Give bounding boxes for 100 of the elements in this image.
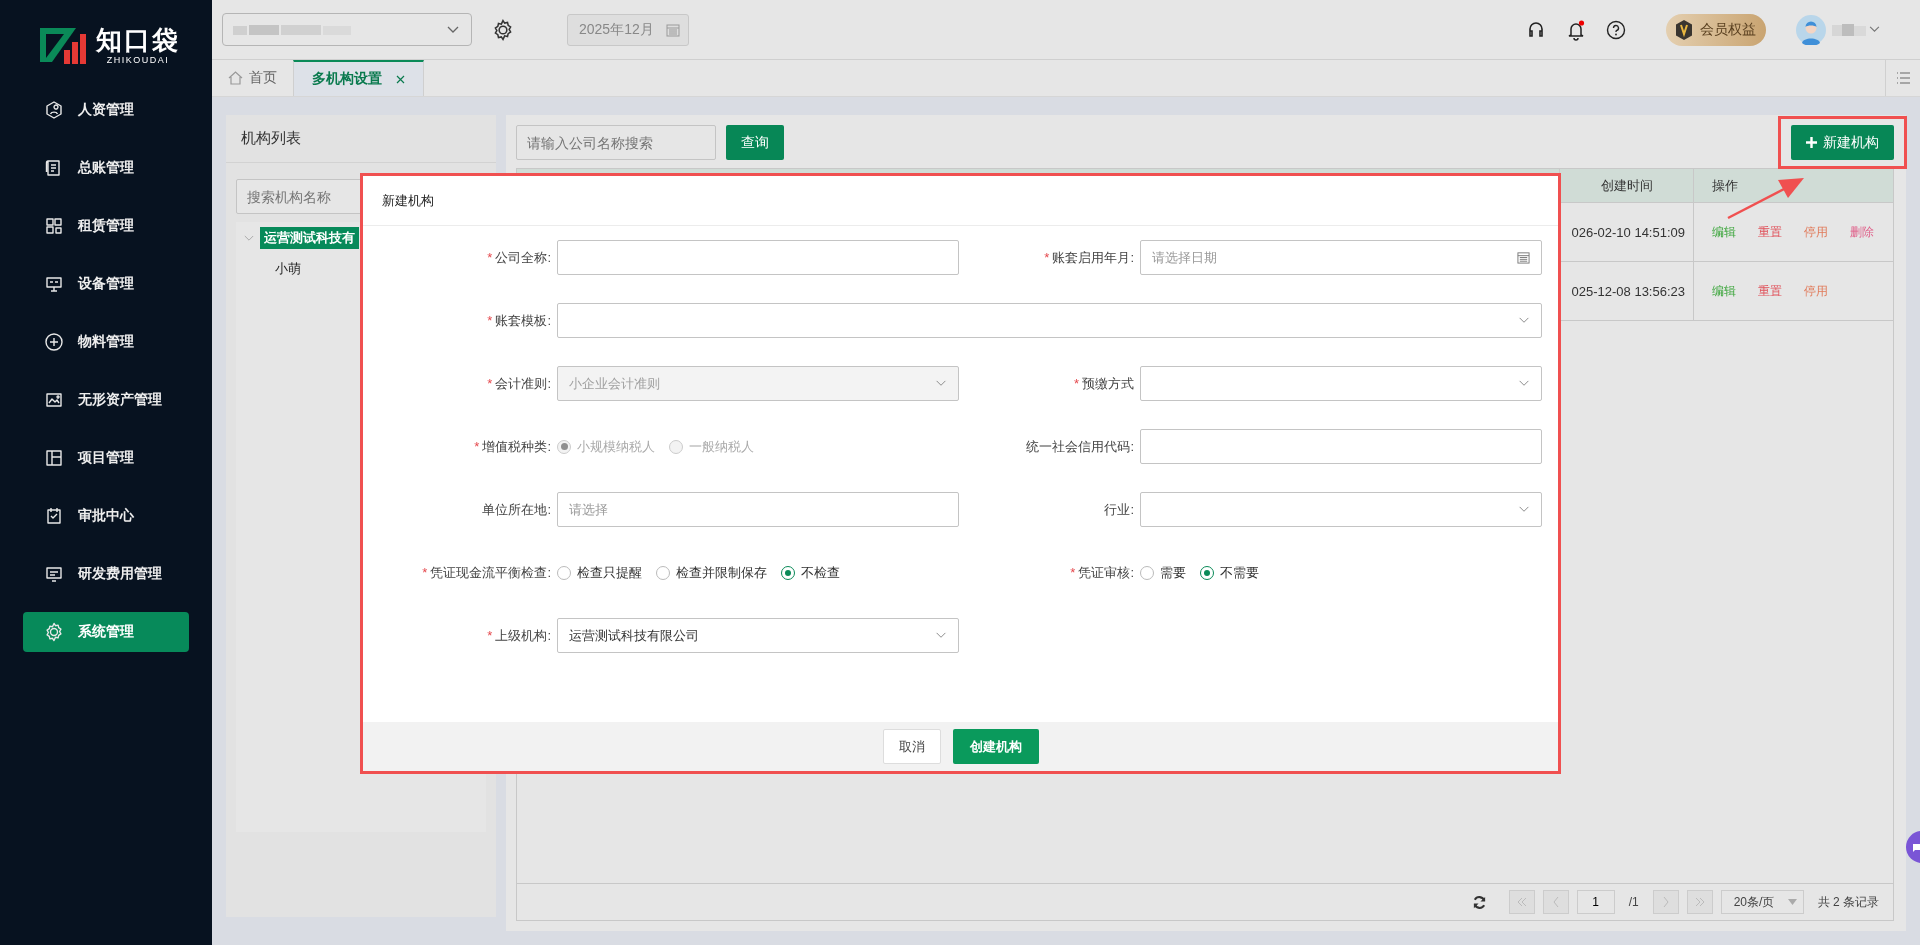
logo-name: 知口袋 (96, 25, 180, 55)
prev-page-button[interactable] (1542, 890, 1569, 914)
next-page-button[interactable] (1652, 890, 1679, 914)
nav-icon (44, 216, 64, 236)
double-chevron-right-icon (1693, 897, 1706, 907)
input-field[interactable] (557, 240, 959, 275)
logo-subtitle: ZHIKOUDAI (106, 55, 170, 65)
radio-option[interactable]: 需要 (1140, 563, 1186, 582)
select-field[interactable] (1140, 492, 1542, 527)
action-link[interactable]: 删除 (1850, 223, 1874, 241)
nav-item[interactable]: 人资管理 (23, 90, 189, 130)
triangle-down-icon (1787, 899, 1797, 905)
nav-icon (44, 332, 64, 352)
select-field[interactable]: 运营测试科技有限公司 (557, 618, 959, 653)
nav-item[interactable]: 系统管理 (23, 612, 189, 652)
input-field[interactable]: 请选择 (557, 492, 959, 527)
nav-icon (44, 100, 64, 120)
field-label: * 账套启用年月: (1043, 248, 1134, 267)
radio-option[interactable]: 检查只提醒 (557, 563, 642, 582)
refresh-icon[interactable] (1471, 894, 1487, 910)
nav-icon (44, 390, 64, 410)
home-icon (228, 71, 243, 85)
chevron-down-icon (935, 632, 947, 639)
list-icon (1896, 72, 1910, 84)
company-select[interactable] (222, 13, 472, 46)
radio-option[interactable]: 检查并限制保存 (656, 563, 767, 582)
chevron-down-icon (447, 25, 459, 34)
vip-badge[interactable]: 会员权益 (1666, 13, 1766, 46)
nav-item[interactable]: 项目管理 (23, 438, 189, 478)
field-label: * 凭证现金流平衡检查: (421, 563, 551, 582)
field-label: * 增值税种类: (473, 437, 551, 456)
nav-item[interactable]: 总账管理 (23, 148, 189, 188)
nav-item[interactable]: 无形资产管理 (23, 380, 189, 420)
double-chevron-left-icon (1515, 897, 1528, 907)
first-page-button[interactable] (1508, 890, 1535, 914)
nav-item[interactable]: 租赁管理 (23, 206, 189, 246)
field-label: * 预缴方式 (1072, 374, 1134, 393)
calendar-icon (666, 22, 680, 37)
user-menu[interactable] (1832, 22, 1880, 37)
radio-option[interactable]: 不需要 (1200, 563, 1259, 582)
chevron-down-icon[interactable] (244, 234, 254, 242)
tree-node[interactable]: 小萌 (271, 258, 305, 280)
field-label: 单位所在地: (481, 500, 551, 519)
field-label: * 凭证审核: (1069, 563, 1134, 582)
tree-node[interactable]: 运营测试科技有 (260, 227, 359, 249)
cancel-button[interactable]: 取消 (882, 729, 941, 764)
chevron-down-icon (1869, 26, 1880, 33)
close-icon[interactable] (396, 74, 405, 84)
chevron-down-icon (1518, 506, 1530, 513)
nav-item[interactable]: 物料管理 (23, 322, 189, 362)
blurred-text (1832, 22, 1866, 37)
panel-title: 机构列表 (226, 115, 496, 163)
shield-icon (1674, 18, 1694, 41)
query-button[interactable]: 查询 (726, 125, 784, 160)
page-total: /1 (1628, 895, 1639, 909)
record-count: 共 2 条记录 (1817, 893, 1879, 911)
help-icon[interactable] (1606, 19, 1626, 40)
plus-icon (1806, 137, 1817, 148)
select-field[interactable] (557, 303, 1542, 338)
avatar[interactable] (1796, 14, 1826, 45)
last-page-button[interactable] (1686, 890, 1713, 914)
nav-icon (44, 564, 64, 584)
period-field[interactable]: 2025年12月 (567, 13, 689, 46)
nav-icon (44, 448, 64, 468)
radio-option[interactable]: 不检查 (781, 563, 840, 582)
nav-item[interactable]: 研发费用管理 (23, 554, 189, 594)
chevron-down-icon (1518, 317, 1530, 324)
tab[interactable]: 多机构设置 (293, 60, 424, 96)
page-input[interactable]: 1 (1576, 890, 1615, 914)
field-label: 统一社会信用代码: (1025, 437, 1134, 456)
nav-item[interactable]: 审批中心 (23, 496, 189, 536)
action-link[interactable]: 编辑 (1712, 223, 1736, 241)
chevron-down-icon (1518, 380, 1530, 387)
nav-icon (44, 274, 64, 294)
field-label: * 上级机构: (486, 626, 551, 645)
chevron-left-icon (1551, 896, 1560, 908)
field-label: 行业: (1103, 500, 1134, 519)
create-button[interactable]: 创建机构 (952, 729, 1039, 764)
nav-icon (44, 506, 64, 526)
field-label: * 会计准则: (486, 374, 551, 393)
search-field[interactable]: 请输入公司名称搜索 (516, 125, 716, 160)
nav-icon (44, 622, 64, 642)
tab[interactable]: 首页 (218, 60, 293, 96)
action-link[interactable]: 重置 (1758, 223, 1782, 241)
chat-bubble-icon[interactable] (1905, 830, 1920, 864)
field-label: * 公司全称: (486, 248, 551, 267)
input-field[interactable] (1140, 429, 1542, 464)
nav-item[interactable]: 设备管理 (23, 264, 189, 304)
settings-icon[interactable] (492, 18, 514, 41)
dialog-title: 新建机构 (363, 176, 1558, 226)
calendar-icon (1517, 251, 1530, 264)
chevron-right-icon (1661, 896, 1670, 908)
headset-icon[interactable] (1526, 19, 1546, 40)
select-field[interactable] (1140, 366, 1542, 401)
bell-icon[interactable] (1566, 18, 1586, 41)
date-field[interactable]: 请选择日期 (1140, 240, 1542, 275)
action-link[interactable]: 重置 (1758, 282, 1782, 300)
new-org-button[interactable]: 新建机构 (1791, 125, 1894, 160)
action-link[interactable]: 编辑 (1712, 282, 1736, 300)
page-size-select[interactable]: 20条/页 (1720, 890, 1804, 914)
